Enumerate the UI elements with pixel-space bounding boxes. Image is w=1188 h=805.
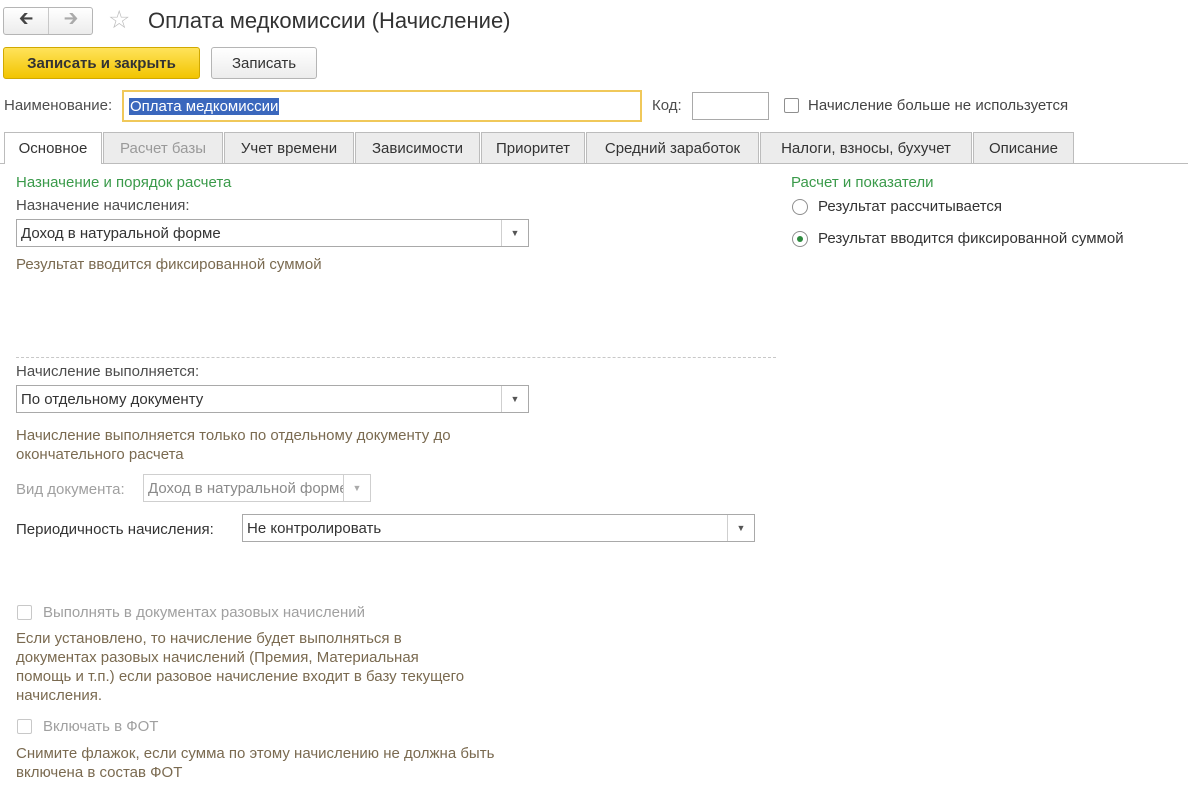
tab-main[interactable]: Основное	[4, 132, 102, 164]
fot-hint: Снимите флажок, если сумма по этому начи…	[16, 745, 495, 781]
back-button[interactable]: 🡰	[4, 8, 49, 34]
arrow-left-icon: 🡰	[18, 8, 34, 28]
section-calc-title: Расчет и показатели	[791, 174, 934, 191]
radio-fixed[interactable]	[792, 231, 808, 247]
periodicity-label: Периодичность начисления:	[16, 521, 214, 538]
tab-time-accounting[interactable]: Учет времени	[224, 132, 354, 163]
execution-hint: Начисление выполняется только по отдельн…	[16, 427, 451, 463]
page-title: Оплата медкомиссии (Начисление)	[148, 8, 511, 33]
code-input[interactable]	[692, 92, 769, 120]
section-divider	[16, 357, 776, 358]
execution-select[interactable]: По отдельному документу ▼	[16, 385, 529, 413]
radio-fixed-label: Результат вводится фиксированной суммой	[818, 230, 1124, 247]
tab-average-earnings[interactable]: Средний заработок	[586, 132, 759, 163]
code-label: Код:	[652, 97, 682, 114]
save-and-close-button[interactable]: Записать и закрыть	[3, 47, 200, 79]
tab-description[interactable]: Описание	[973, 132, 1074, 163]
purpose-select[interactable]: Доход в натуральной форме ▼	[16, 219, 529, 247]
doc-type-label: Вид документа:	[16, 481, 125, 498]
triangle-down-icon[interactable]: ▼	[501, 220, 528, 246]
doc-type-value: Доход в натуральной форме	[148, 479, 343, 497]
radio-selected-dot	[797, 236, 803, 242]
triangle-down-icon: ▼	[343, 475, 370, 501]
execution-label: Начисление выполняется:	[16, 363, 200, 380]
one-time-label: Выполнять в документах разовых начислени…	[43, 604, 365, 621]
purpose-label: Назначение начисления:	[16, 197, 190, 214]
one-time-hint: Если установлено, то начисление будет вы…	[16, 630, 465, 704]
tab-priority[interactable]: Приоритет	[481, 132, 585, 163]
fot-label: Включать в ФОТ	[43, 718, 159, 735]
unused-checkbox[interactable]	[784, 98, 799, 113]
name-input[interactable]: Оплата медкомиссии	[122, 90, 642, 122]
tab-taxes[interactable]: Налоги, взносы, бухучет	[760, 132, 972, 163]
purpose-hint: Результат вводится фиксированной суммой	[16, 256, 322, 273]
section-purpose-title: Назначение и порядок расчета	[16, 174, 232, 191]
arrow-right-icon: 🡲	[63, 8, 79, 28]
purpose-value: Доход в натуральной форме	[21, 224, 221, 242]
nav-buttons: 🡰 🡲	[3, 7, 93, 35]
unused-label: Начисление больше не используется	[808, 97, 1069, 114]
tab-divider	[0, 163, 1188, 164]
fot-checkbox	[17, 719, 32, 734]
radio-calculated-label: Результат рассчитывается	[818, 198, 1003, 215]
tab-base-calc[interactable]: Расчет базы	[103, 132, 223, 163]
execution-value: По отдельному документу	[21, 390, 204, 408]
forward-button[interactable]: 🡲	[49, 8, 93, 34]
name-label: Наименование:	[4, 97, 113, 114]
star-icon[interactable]: ☆	[108, 5, 130, 35]
name-value: Оплата медкомиссии	[129, 97, 280, 115]
save-button[interactable]: Записать	[211, 47, 317, 79]
doc-type-select: Доход в натуральной форме ▼	[143, 474, 371, 502]
triangle-down-icon[interactable]: ▼	[501, 386, 528, 412]
radio-calculated[interactable]	[792, 199, 808, 215]
triangle-down-icon[interactable]: ▼	[727, 515, 754, 541]
one-time-checkbox	[17, 605, 32, 620]
periodicity-select[interactable]: Не контролировать ▼	[242, 514, 755, 542]
tab-dependencies[interactable]: Зависимости	[355, 132, 480, 163]
periodicity-value: Не контролировать	[247, 519, 382, 537]
